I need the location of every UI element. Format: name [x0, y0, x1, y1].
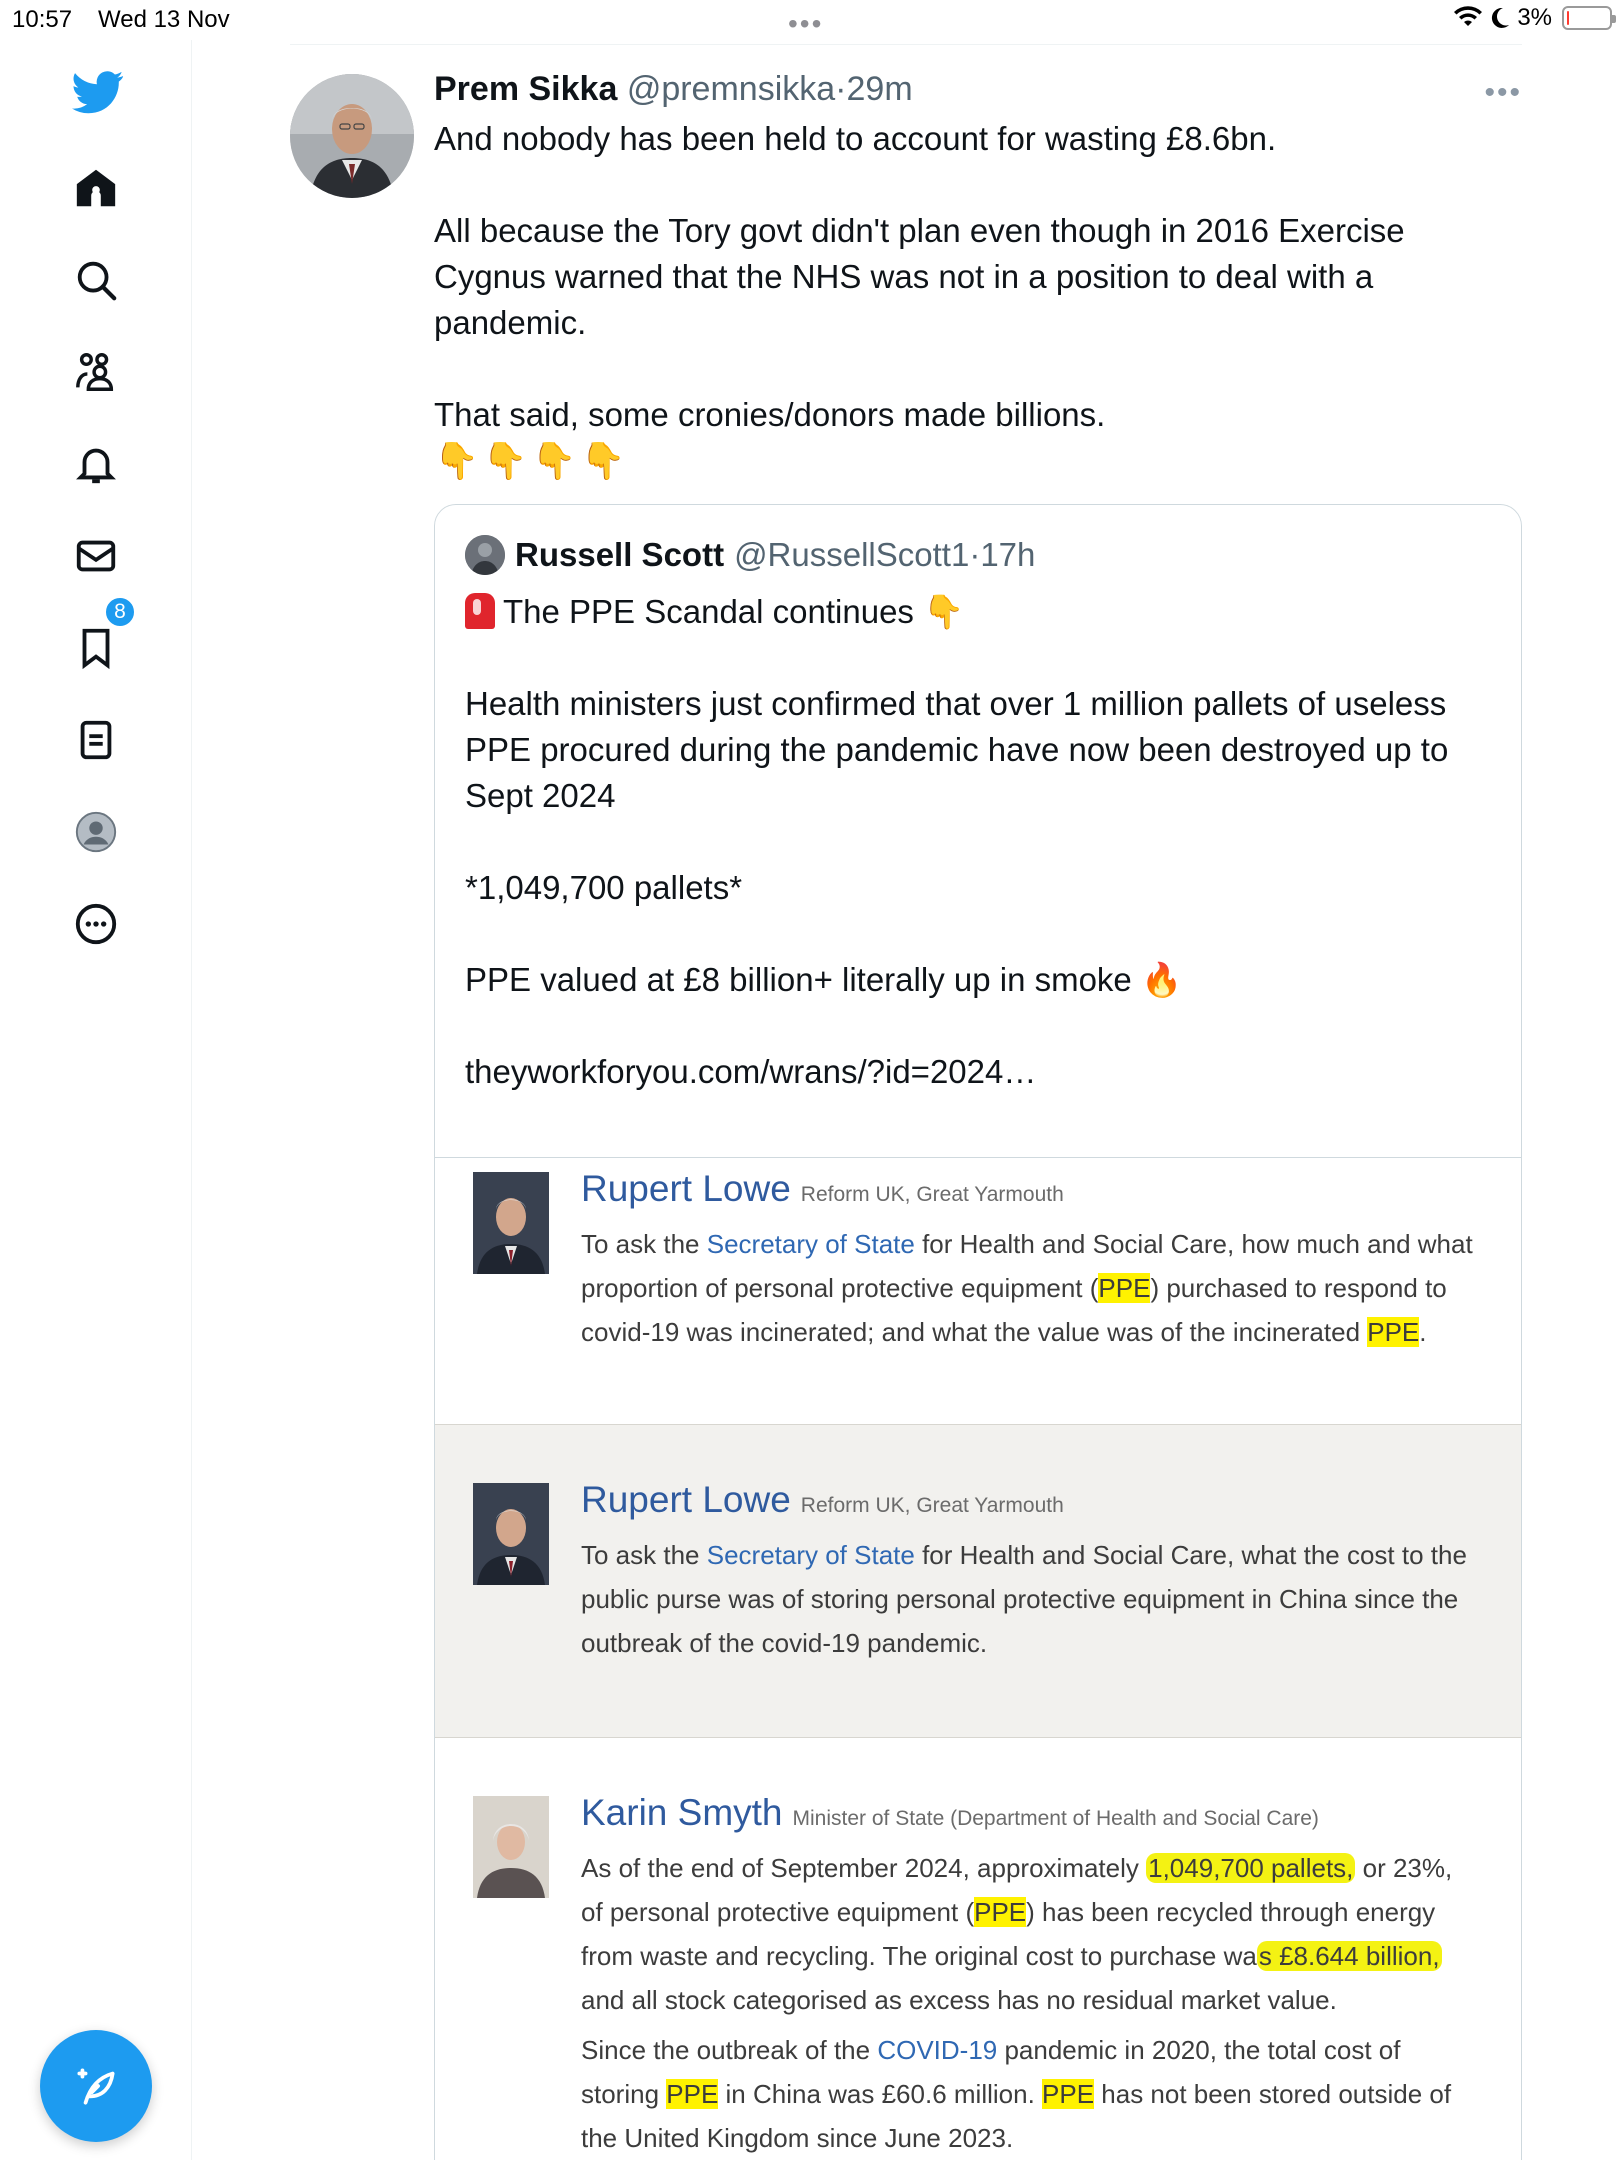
written-question-2: Rupert Lowe Reform UK, Great Yarmouth To …: [435, 1424, 1521, 1738]
tweet-body: And nobody has been held to account for …: [434, 116, 1504, 438]
covid-19-link: COVID-19: [877, 2035, 998, 2065]
answer-paragraph-2: Since the outbreak of the COVID-19 pande…: [581, 2035, 1452, 2153]
tweet-line: And nobody has been held to account for …: [434, 120, 1277, 157]
sidebar: 8: [0, 40, 192, 2160]
moon-icon: [1492, 7, 1510, 28]
tweet-line: That said, some cronies/donors made bill…: [434, 396, 1106, 433]
minister-role: Minister of State (Department of Health …: [792, 1807, 1319, 1830]
status-date: Wed 13 Nov: [98, 6, 230, 33]
quoted-line: PPE valued at £8 billion+ literally up i…: [465, 961, 1132, 998]
quoted-author-avatar: [465, 535, 505, 575]
tweet-line: All because the Tory govt didn't plan ev…: [434, 212, 1405, 341]
mp-name: Rupert Lowe: [581, 1479, 791, 1520]
compose-icon: [77, 2068, 115, 2105]
highlight: PPE: [1098, 1273, 1151, 1303]
pointing-down-emoji: 👇: [923, 593, 965, 630]
quoted-line: The PPE Scandal continues: [503, 593, 914, 630]
quoted-line: Health ministers just confirmed that ove…: [465, 685, 1449, 814]
status-bar: 10:57 Wed 13 Nov ••• 3%: [0, 0, 1620, 40]
quoted-link[interactable]: theyworkforyou.com/wrans/?id=2024…: [465, 1049, 1505, 1095]
quoted-author-handle[interactable]: @RussellScott1: [734, 536, 969, 574]
minister-photo: [473, 1796, 549, 1898]
status-time: 10:57: [12, 6, 73, 33]
communities-icon[interactable]: [68, 344, 124, 400]
battery-percent: 3%: [1517, 4, 1552, 31]
mp-role: Reform UK, Great Yarmouth: [800, 1183, 1064, 1206]
attached-image[interactable]: Rupert Lowe Reform UK, Great Yarmouth To …: [435, 1157, 1521, 2160]
minister-name: Karin Smyth: [581, 1792, 783, 1833]
highlight: 1,049,700 pallets,: [1146, 1853, 1356, 1883]
siren-icon: [465, 593, 495, 629]
tweet-time[interactable]: 29m: [847, 70, 913, 108]
quoted-author-name[interactable]: Russell Scott: [515, 536, 724, 574]
mp-photo: [473, 1172, 549, 1274]
tweet-detail: Prem Sikka @premnsikka·29m ••• And nobod…: [290, 40, 1522, 2160]
separator: ·: [969, 536, 981, 573]
mp-name-line: Rupert Lowe Reform UK, Great Yarmouth: [581, 1168, 1064, 1210]
pointing-down-emojis: 👇👇👇👇: [434, 440, 630, 481]
highlight: PPE: [666, 2079, 719, 2109]
mp-photo: [473, 1483, 549, 1585]
quoted-tweet-body: The PPE Scandal continues 👇 Health minis…: [465, 589, 1505, 1095]
quoted-tweet-header: Russell Scott @RussellScott1 · 17h: [465, 535, 1035, 575]
written-answer: Karin Smyth Minister of State (Department…: [435, 1738, 1521, 2160]
compose-button[interactable]: [40, 2030, 152, 2142]
profile-icon[interactable]: [68, 804, 124, 860]
twitter-logo-icon[interactable]: [70, 64, 126, 120]
status-indicators: 3%: [1453, 4, 1616, 32]
notifications-icon[interactable]: [68, 436, 124, 492]
question-text: To ask the Secretary of State for Health…: [581, 1540, 1467, 1658]
fire-emoji: 🔥: [1140, 961, 1183, 998]
wifi-icon: [1454, 6, 1483, 26]
more-options-icon[interactable]: •••: [1484, 76, 1522, 110]
minister-name-line: Karin Smyth Minister of State (Department…: [581, 1792, 1319, 1834]
author-avatar[interactable]: [290, 74, 414, 198]
highlight: s £8.644 billion,: [1256, 1941, 1442, 1971]
home-icon[interactable]: [68, 160, 124, 216]
question-text: To ask the Secretary of State for Health…: [581, 1229, 1473, 1347]
lists-icon[interactable]: [68, 712, 124, 768]
tweet-header: Prem Sikka @premnsikka·29m: [434, 70, 913, 109]
mp-role: Reform UK, Great Yarmouth: [800, 1494, 1064, 1517]
secretary-of-state-link: Secretary of State: [706, 1229, 915, 1259]
author-name[interactable]: Prem Sikka: [434, 70, 617, 108]
author-handle[interactable]: @premnsikka: [627, 70, 835, 108]
search-icon[interactable]: [68, 252, 124, 308]
mp-name: Rupert Lowe: [581, 1168, 791, 1209]
highlight: PPE: [1367, 1317, 1420, 1347]
highlight: PPE: [1042, 2079, 1095, 2109]
written-question-1: Rupert Lowe Reform UK, Great Yarmouth To …: [435, 1158, 1521, 1424]
quoted-tweet[interactable]: Russell Scott @RussellScott1 · 17h The PPE…: [434, 504, 1522, 2160]
separator: ·: [835, 70, 847, 108]
mp-name-line: Rupert Lowe Reform UK, Great Yarmouth: [581, 1479, 1064, 1521]
highlight: PPE: [974, 1897, 1027, 1927]
secretary-of-state-link: Secretary of State: [706, 1540, 915, 1570]
battery-icon: [1562, 6, 1616, 30]
multitasking-dots-icon[interactable]: •••: [788, 8, 823, 40]
quoted-line: *1,049,700 pallets*: [465, 869, 743, 906]
answer-paragraph-1: As of the end of September 2024, approxi…: [581, 1853, 1453, 2015]
more-icon[interactable]: [68, 896, 124, 952]
bookmarks-icon[interactable]: [68, 620, 124, 676]
messages-icon[interactable]: [68, 528, 124, 584]
quoted-tweet-time: 17h: [980, 536, 1036, 573]
